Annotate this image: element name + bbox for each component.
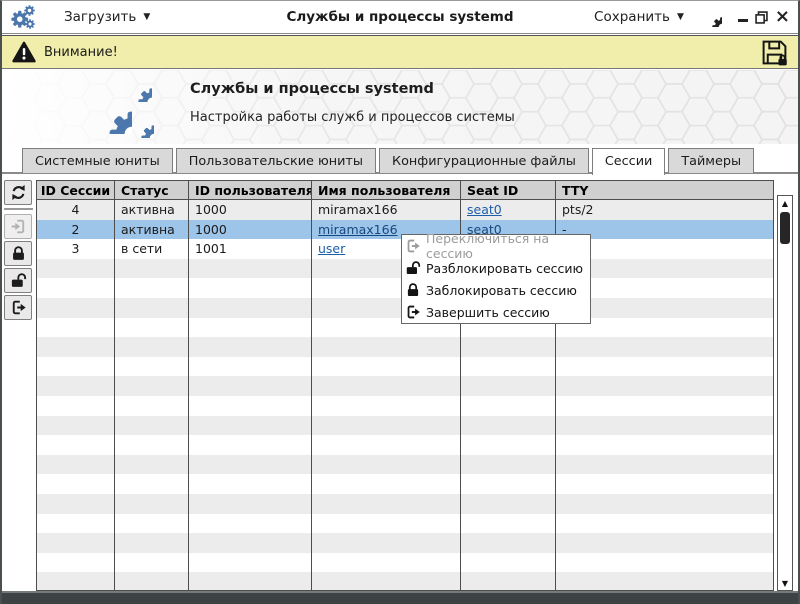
save-menu-label: Сохранить <box>594 9 670 25</box>
refresh-icon <box>10 184 27 201</box>
table-row-empty <box>37 572 773 590</box>
save-menu-button[interactable]: Сохранить ▼ <box>586 5 692 29</box>
maximize-button[interactable] <box>754 10 769 25</box>
table-row-empty <box>37 395 773 416</box>
table-row-empty <box>37 533 773 553</box>
user-link[interactable]: user <box>318 241 345 256</box>
col-tty: TTY <box>562 182 589 198</box>
app-window: Загрузить ▼ Службы и процессы systemd Со… <box>0 0 800 604</box>
scroll-up-icon[interactable]: ▲ <box>778 196 792 210</box>
page-title: Службы и процессы systemd <box>190 81 434 97</box>
vertical-scrollbar[interactable]: ▲ ▼ <box>777 195 793 591</box>
unlock-session-button[interactable] <box>4 268 32 293</box>
col-session-id: ID Сессии <box>37 181 115 199</box>
terminate-session-icon <box>10 299 27 316</box>
lock-session-button[interactable] <box>4 241 32 266</box>
tab-user-units[interactable]: Пользовательские юниты <box>175 148 376 173</box>
scroll-down-icon[interactable]: ▼ <box>778 576 792 590</box>
user-link[interactable]: miramax166 <box>318 222 398 237</box>
page-subtitle: Настройка работы служб и процессов систе… <box>190 110 515 125</box>
tab-config-files[interactable]: Конфигурационные файлы <box>378 148 589 173</box>
tab-sessions[interactable]: Сессии <box>591 148 666 175</box>
menu-item-terminate-session[interactable]: Завершить сессию <box>402 301 590 323</box>
app-gears-icon <box>11 5 35 29</box>
table-row-empty <box>37 493 773 514</box>
table-row-empty <box>37 415 773 436</box>
table-row-empty <box>37 435 773 455</box>
col-seat-id: Seat ID <box>461 181 556 199</box>
table-row-empty <box>37 337 773 357</box>
unlock-icon <box>10 272 27 289</box>
menu-item-lock-session[interactable]: Заблокировать сессию <box>402 279 590 301</box>
warning-icon <box>12 41 36 63</box>
col-status: Статус <box>115 181 189 199</box>
save-floppy-icon[interactable] <box>761 39 788 66</box>
col-user-name: Имя пользователя <box>312 181 461 199</box>
lock-icon <box>405 282 421 298</box>
table-row[interactable]: 4 активна 1000 miramax166 seat0 pts/2 <box>37 200 773 220</box>
sessions-panel: ID Сессии Статус ID пользователя Имя пол… <box>2 172 798 592</box>
terminate-session-button[interactable] <box>4 295 32 320</box>
load-menu-label: Загрузить <box>64 9 137 25</box>
load-menu-button[interactable]: Загрузить ▼ <box>56 5 158 29</box>
switch-session-icon <box>10 218 27 235</box>
menu-item-switch-session: Переключиться на сессию <box>402 231 590 261</box>
seat-link[interactable]: seat0 <box>467 202 502 217</box>
table-row-empty <box>37 376 773 396</box>
lock-icon <box>10 245 27 262</box>
table-row-empty <box>37 474 773 494</box>
hero-gears-logo <box>86 74 160 140</box>
title-bar: Загрузить ▼ Службы и процессы systemd Со… <box>2 1 798 34</box>
table-row-empty <box>37 552 773 573</box>
warning-bar: Внимание! <box>2 35 798 69</box>
window-bottom-frame <box>2 591 798 604</box>
hero-banner: Службы и процессы systemd Настройка рабо… <box>2 70 798 144</box>
switch-session-icon <box>405 238 421 254</box>
unlock-icon <box>405 260 421 276</box>
switch-session-button <box>4 214 32 239</box>
chevron-down-icon: ▼ <box>676 12 684 22</box>
table-row-empty <box>37 454 773 475</box>
settings-gear-icon[interactable] <box>702 7 722 27</box>
session-toolbar <box>4 180 33 322</box>
session-context-menu: Переключиться на сессию Разблокировать с… <box>401 231 591 324</box>
table-header: ID Сессии Статус ID пользователя Имя пол… <box>37 181 773 200</box>
table-row-empty <box>37 513 773 534</box>
terminate-session-icon <box>405 304 421 320</box>
close-button[interactable]: × <box>775 8 790 26</box>
tab-bar: Системные юниты Пользовательские юниты К… <box>22 146 755 175</box>
warning-text: Внимание! <box>44 44 118 60</box>
toolbar-separator <box>4 208 33 210</box>
tab-system-units[interactable]: Системные юниты <box>22 148 173 173</box>
scrollbar-thumb[interactable] <box>780 212 790 244</box>
tab-timers[interactable]: Таймеры <box>668 148 755 173</box>
menu-item-unlock-session[interactable]: Разблокировать сессию <box>402 257 590 279</box>
refresh-button[interactable] <box>4 180 32 205</box>
col-user-id: ID пользователя <box>189 181 312 199</box>
chevron-down-icon: ▼ <box>143 12 151 22</box>
table-row-empty <box>37 356 773 377</box>
minimize-button[interactable] <box>737 18 748 22</box>
